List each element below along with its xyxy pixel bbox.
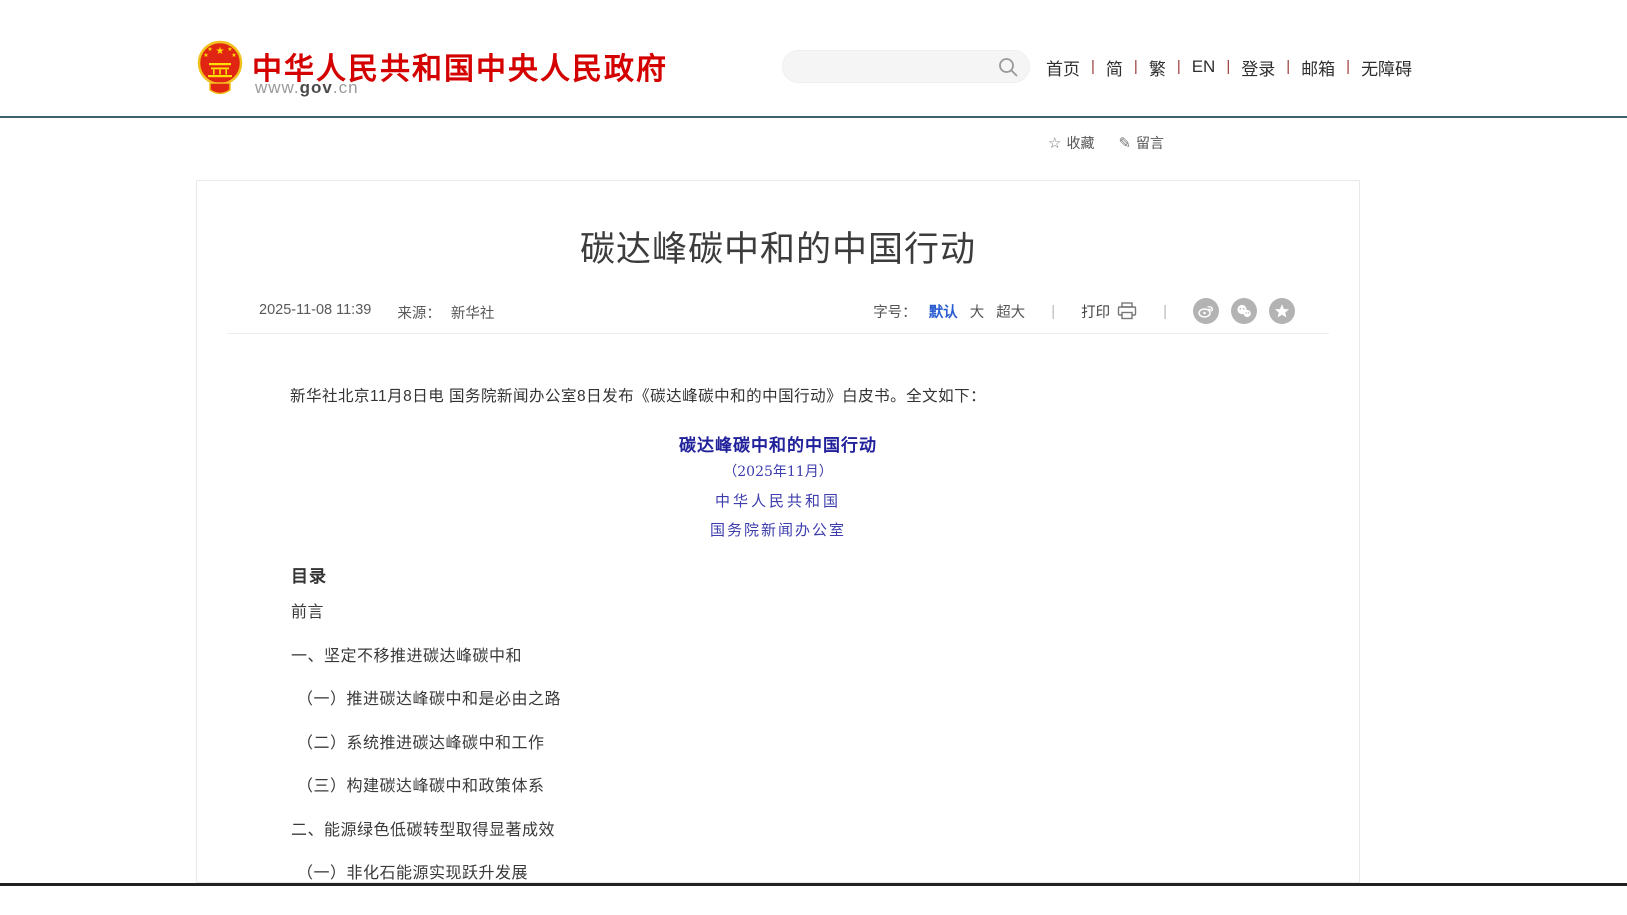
nav-separator: | <box>1346 58 1350 75</box>
print-button[interactable]: 打印 <box>1081 301 1137 322</box>
lead-paragraph: 新华社北京11月8日电 国务院新闻办公室8日发布《碳达峰碳中和的中国行动》白皮书… <box>259 386 1297 408</box>
toc-item-section1-2: （二）系统推进碳达峰碳中和工作 <box>297 736 561 753</box>
favorite-button[interactable]: ☆ 收藏 <box>1048 133 1094 153</box>
page-actions-row: ☆ 收藏 ✎ 留言 <box>1048 133 1164 153</box>
toc-item-section2: 二、能源绿色低碳转型取得显著成效 <box>291 823 561 840</box>
meta-separator: | <box>1163 303 1167 320</box>
wechat-share-icon[interactable] <box>1231 298 1257 324</box>
pencil-icon: ✎ <box>1118 134 1131 152</box>
viewport-bottom-divider <box>0 883 1627 886</box>
search-icon[interactable] <box>998 57 1019 78</box>
toc-item-preface: 前言 <box>291 605 561 622</box>
nav-english[interactable]: EN <box>1192 57 1216 77</box>
svg-text:★: ★ <box>216 46 225 57</box>
svg-text:★: ★ <box>203 52 208 59</box>
toc-item-section1-3: （三）构建碳达峰碳中和政策体系 <box>297 779 561 796</box>
site-url-prefix: www. <box>255 78 300 97</box>
svg-text:★: ★ <box>207 46 212 53</box>
article-meta-left: 2025-11-08 11:39 来源： 新华社 <box>259 302 494 323</box>
star-icon: ☆ <box>1048 134 1061 152</box>
top-nav: 首页 | 简 | 繁 | EN | 登录 | 邮箱 | 无障碍 <box>1046 55 1412 79</box>
nav-home[interactable]: 首页 <box>1046 55 1080 80</box>
printer-icon <box>1117 302 1137 320</box>
article-meta-right: 字号： 默认 大 超大 | 打印 | <box>873 298 1295 324</box>
doc-title: 碳达峰碳中和的中国行动 <box>197 431 1359 456</box>
search-input[interactable] <box>799 52 984 81</box>
toc-item-section1-1: （一）推进碳达峰碳中和是必由之路 <box>297 692 561 709</box>
nav-separator: | <box>1286 58 1290 75</box>
article-title: 碳达峰碳中和的中国行动 <box>197 221 1359 272</box>
nav-separator: | <box>1134 58 1138 75</box>
site-url-domain: gov <box>300 78 333 97</box>
font-size-default[interactable]: 默认 <box>929 301 958 322</box>
nav-separator: | <box>1177 58 1181 75</box>
message-label: 留言 <box>1136 133 1164 153</box>
print-label: 打印 <box>1081 301 1110 322</box>
nav-mail[interactable]: 邮箱 <box>1301 55 1335 80</box>
qzone-star-share-icon[interactable] <box>1269 298 1295 324</box>
message-button[interactable]: ✎ 留言 <box>1118 133 1164 153</box>
search-box[interactable] <box>782 50 1030 83</box>
svg-text:★: ★ <box>231 52 236 59</box>
nav-traditional[interactable]: 繁 <box>1149 55 1166 80</box>
toc-item-section2-1: （一）非化石能源实现跃升发展 <box>297 866 561 883</box>
table-of-contents: 前言 一、坚定不移推进碳达峰碳中和 （一）推进碳达峰碳中和是必由之路 （二）系统… <box>291 605 561 910</box>
site-url: www.gov.cn <box>255 78 359 98</box>
font-size-xlarge[interactable]: 超大 <box>996 301 1025 322</box>
favorite-label: 收藏 <box>1066 133 1094 153</box>
nav-login[interactable]: 登录 <box>1241 55 1275 80</box>
doc-org-line2: 国务院新闻办公室 <box>197 519 1359 540</box>
doc-org-line1: 中华人民共和国 <box>197 490 1359 511</box>
doc-date: （2025年11月） <box>197 461 1359 481</box>
nav-separator: | <box>1091 58 1095 75</box>
toc-item-section1: 一、坚定不移推进碳达峰碳中和 <box>291 649 561 666</box>
nav-accessibility[interactable]: 无障碍 <box>1361 55 1412 80</box>
source-label: 来源： <box>397 302 441 323</box>
source-value[interactable]: 新华社 <box>451 302 495 323</box>
site-url-suffix: .cn <box>333 78 359 97</box>
meta-divider <box>227 333 1329 334</box>
article-date: 2025-11-08 11:39 <box>259 302 371 323</box>
meta-separator: | <box>1051 303 1055 320</box>
weibo-share-icon[interactable] <box>1193 298 1219 324</box>
article-container: 碳达峰碳中和的中国行动 2025-11-08 11:39 来源： 新华社 字号：… <box>196 180 1360 883</box>
national-emblem-logo: ★ ★ ★ ★ ★ <box>196 38 244 100</box>
article-meta: 2025-11-08 11:39 来源： 新华社 字号： 默认 大 超大 | 打… <box>259 298 1295 324</box>
nav-simplified[interactable]: 简 <box>1106 55 1123 80</box>
nav-separator: | <box>1226 58 1230 75</box>
svg-text:★: ★ <box>227 46 232 53</box>
site-header: ★ ★ ★ ★ ★ 中华人民共和国中央人民政府 www.gov.cn 首页 | … <box>0 0 1627 118</box>
font-size-large[interactable]: 大 <box>970 301 985 322</box>
font-size-label: 字号： <box>873 301 917 322</box>
toc-title: 目录 <box>291 562 327 587</box>
